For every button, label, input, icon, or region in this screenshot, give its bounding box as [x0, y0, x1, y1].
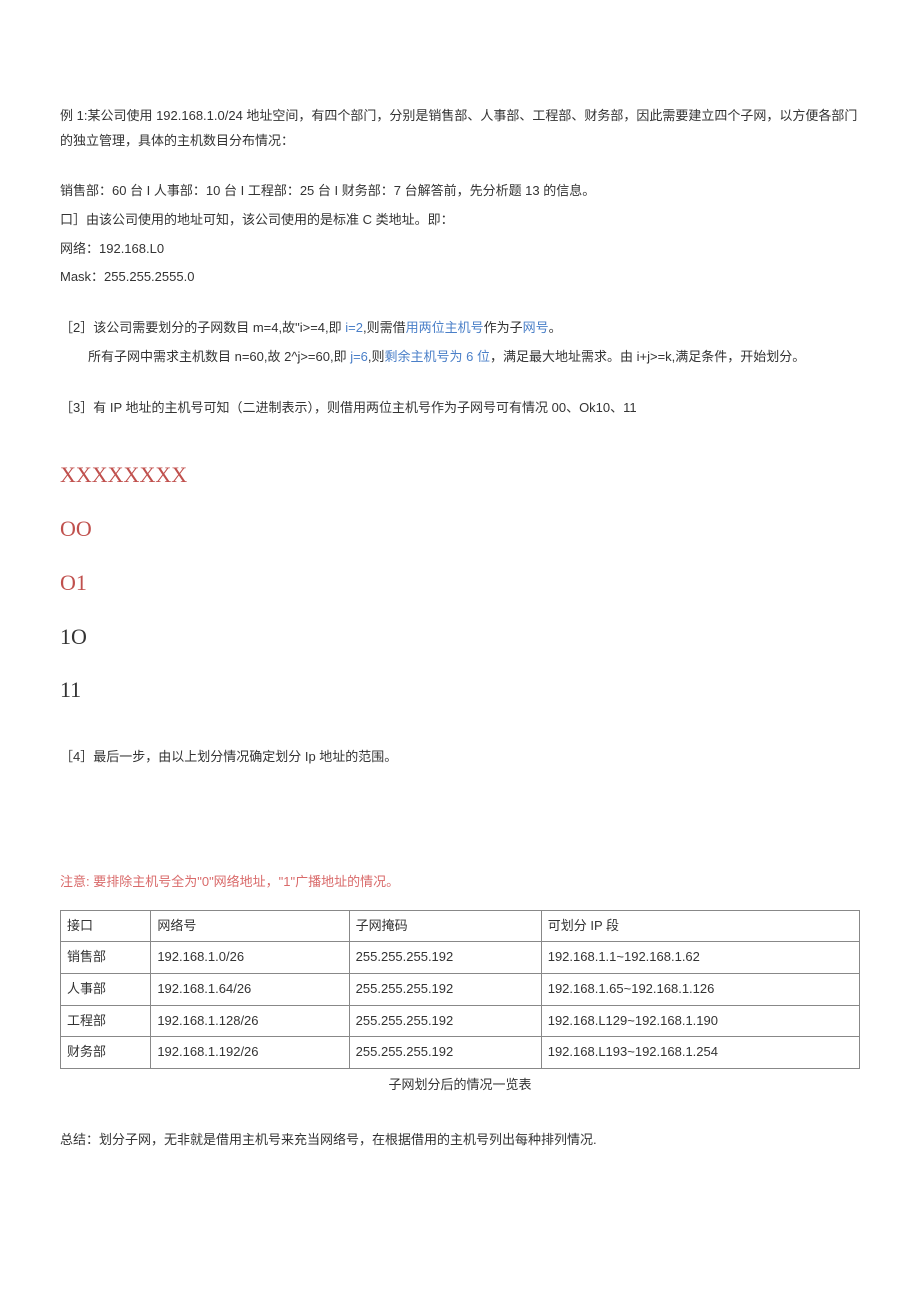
binary-xxx: XXXXXXXX: [60, 454, 860, 496]
binary-01: O1: [60, 562, 860, 604]
paragraph-network: 网络：192.168.L0: [60, 237, 860, 262]
cell: 人事部: [61, 973, 151, 1005]
table-row: 财务部 192.168.1.192/26 255.255.255.192 192…: [61, 1037, 860, 1069]
cell: 192.168.1.1~192.168.1.62: [541, 942, 859, 974]
step2b-d: 剩余主机号为 6 位: [385, 349, 490, 364]
cell: 192.168.L193~192.168.1.254: [541, 1037, 859, 1069]
cell: 255.255.255.192: [349, 973, 541, 1005]
table-caption: 子网划分后的情况一览表: [60, 1073, 860, 1098]
binary-00: OO: [60, 508, 860, 550]
step2-i2: i=2: [345, 320, 363, 335]
step2-e: 作为子: [484, 320, 523, 335]
cell: 销售部: [61, 942, 151, 974]
paragraph-summary: 总结：划分子网，无非就是借用主机号来充当网络号，在根据借用的主机号列出每种排列情…: [60, 1128, 860, 1153]
table-row: 销售部 192.168.1.0/26 255.255.255.192 192.1…: [61, 942, 860, 974]
header-mask: 子网掩码: [349, 910, 541, 942]
paragraph-intro: 例 1:某公司使用 192.168.1.0/24 地址空间，有四个部门，分别是销…: [60, 104, 860, 153]
step2-d: 用两位主机号: [406, 320, 484, 335]
step2-c: ,则需借: [363, 320, 406, 335]
paragraph-mask: Mask：255.255.2555.0: [60, 265, 860, 290]
step2-g: 。: [549, 320, 562, 335]
cell: 财务部: [61, 1037, 151, 1069]
step2b-e: ，满足最大地址需求。由 i+j>=k,满足条件，开始划分。: [490, 349, 805, 364]
table-row: 工程部 192.168.1.128/26 255.255.255.192 192…: [61, 1005, 860, 1037]
cell: 192.168.L129~192.168.1.190: [541, 1005, 859, 1037]
subnet-table: 接口 网络号 子网掩码 可划分 IP 段 销售部 192.168.1.0/26 …: [60, 910, 860, 1069]
binary-11: 11: [60, 669, 860, 711]
paragraph-step3: ［3］有 IP 地址的主机号可知（二进制表示），则借用两位主机号作为子网号可有情…: [60, 396, 860, 421]
cell: 192.168.1.64/26: [151, 973, 349, 1005]
cell: 255.255.255.192: [349, 1037, 541, 1069]
paragraph-step2: ［2］该公司需要划分的子网数目 m=4,故"i>=4,即 i=2,则需借用两位主…: [60, 316, 860, 341]
note-exclusion: 注意: 要排除主机号全为"0"网络地址，"1"广播地址的情况。: [60, 870, 860, 895]
step2b-c: ,则: [368, 349, 385, 364]
cell: 255.255.255.192: [349, 942, 541, 974]
table-header-row: 接口 网络号 子网掩码 可划分 IP 段: [61, 910, 860, 942]
cell: 255.255.255.192: [349, 1005, 541, 1037]
step2-intro: ［2］该公司需要划分的子网数目 m=4,故"i>=4,即: [60, 320, 345, 335]
paragraph-step2b: 所有子网中需求主机数目 n=60,故 2^j>=60,即 j=6,则剩余主机号为…: [60, 345, 860, 370]
binary-10: 1O: [60, 616, 860, 658]
step2b-a: 所有子网中需求主机数目 n=60,故 2^j>=60,即: [88, 349, 350, 364]
cell: 192.168.1.128/26: [151, 1005, 349, 1037]
paragraph-step4: ［4］最后一步，由以上划分情况确定划分 Ip 地址的范围。: [60, 745, 860, 770]
header-interface: 接口: [61, 910, 151, 942]
header-range: 可划分 IP 段: [541, 910, 859, 942]
cell: 工程部: [61, 1005, 151, 1037]
step2b-j6: j=6: [350, 349, 368, 364]
header-network: 网络号: [151, 910, 349, 942]
table-row: 人事部 192.168.1.64/26 255.255.255.192 192.…: [61, 973, 860, 1005]
paragraph-dept-counts: 销售部：60 台 I 人事部：10 台 I 工程部：25 台 I 财务部：7 台…: [60, 179, 860, 204]
step2-f: 网号: [523, 320, 549, 335]
cell: 192.168.1.65~192.168.1.126: [541, 973, 859, 1005]
paragraph-class-c: 口］由该公司使用的地址可知，该公司使用的是标准 C 类地址。即：: [60, 208, 860, 233]
cell: 192.168.1.192/26: [151, 1037, 349, 1069]
cell: 192.168.1.0/26: [151, 942, 349, 974]
